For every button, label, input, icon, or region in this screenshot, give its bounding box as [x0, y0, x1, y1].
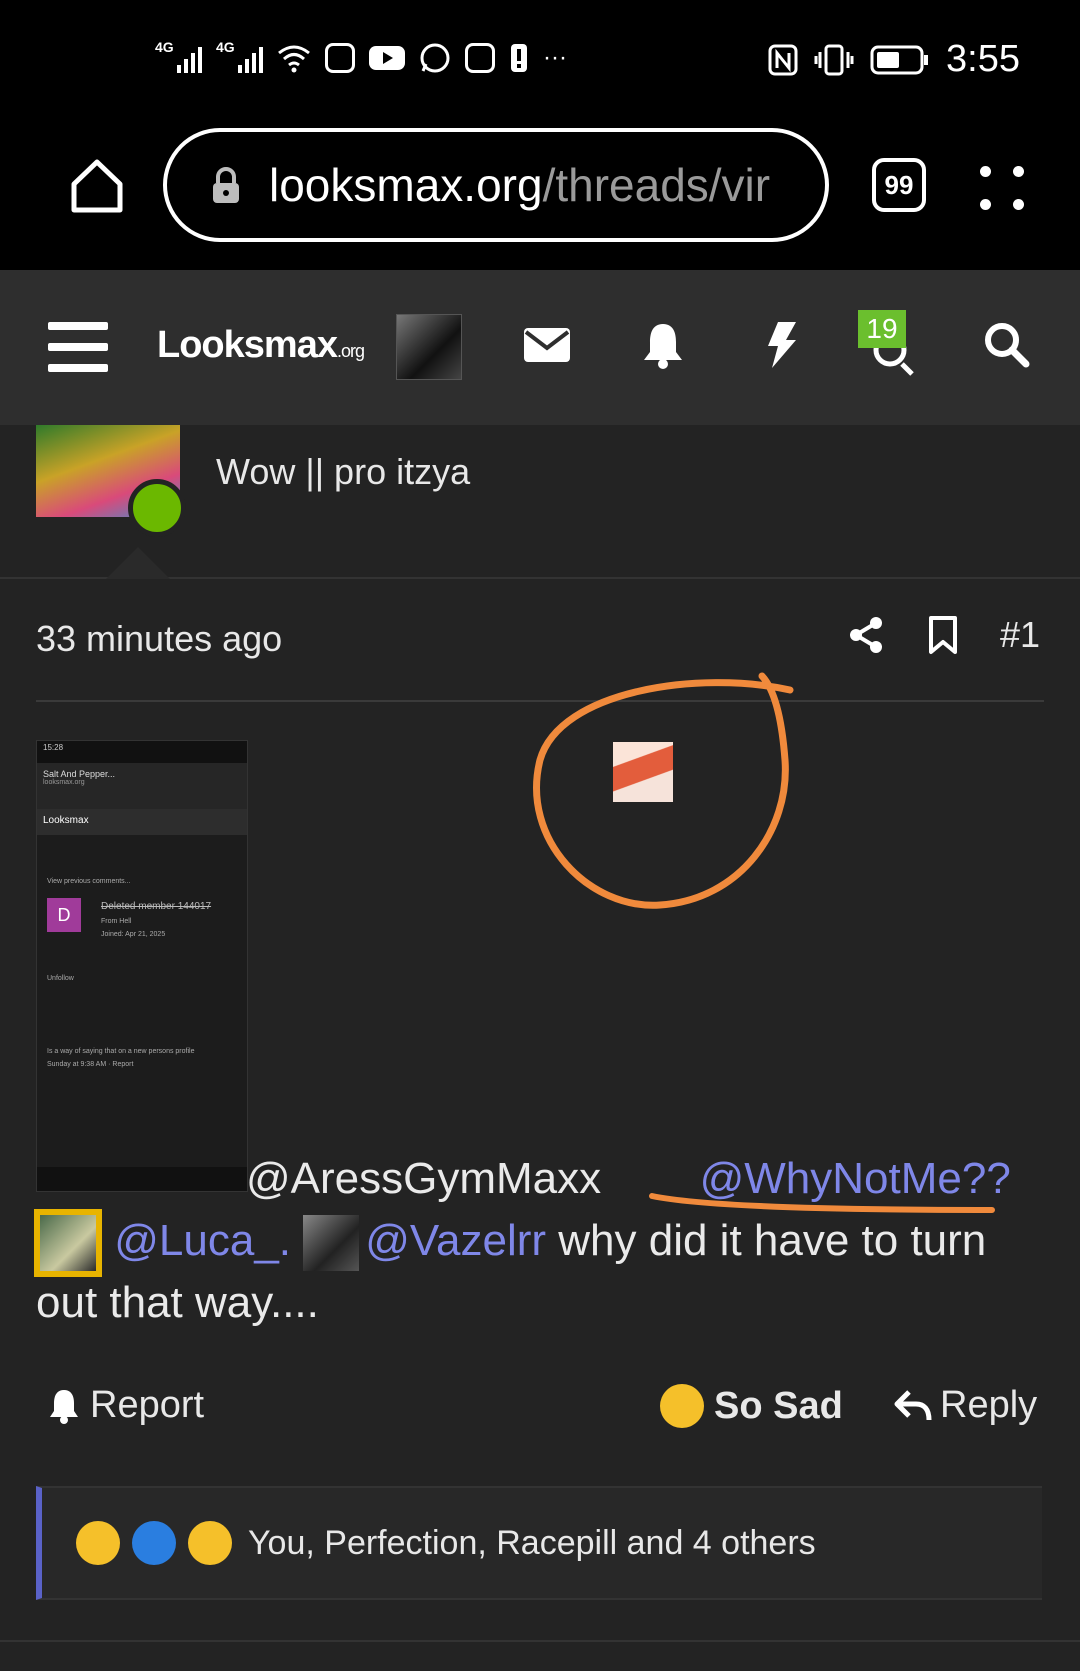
- luca-avatar: [40, 1215, 96, 1272]
- sad-face-icon: [660, 1384, 704, 1428]
- mention-aressgymmaxx[interactable]: @AressGymMaxx: [246, 1154, 601, 1203]
- react-button[interactable]: So Sad: [660, 1384, 843, 1428]
- bell-icon: [50, 1389, 78, 1424]
- mention-vazelrr[interactable]: @Vazelrr: [365, 1216, 546, 1265]
- mention-whynotme[interactable]: @WhyNotMe??: [700, 1154, 1011, 1203]
- reaction-label: So Sad: [714, 1384, 843, 1427]
- vazelrr-avatar: [303, 1215, 360, 1272]
- divider: [0, 1640, 1080, 1642]
- reactions-summary[interactable]: You, Perfection, Racepill and 4 others: [248, 1524, 816, 1563]
- reactions-bar[interactable]: You, Perfection, Racepill and 4 others: [36, 1486, 1042, 1600]
- sad-face-icon: [76, 1521, 120, 1565]
- report-button[interactable]: Report: [46, 1384, 204, 1427]
- thumbs-up-icon: [132, 1521, 176, 1565]
- reply-button[interactable]: Reply: [894, 1384, 1037, 1427]
- post-footer: Report So Sad Reply: [36, 1380, 1044, 1440]
- post-body: @AressGymMaxx @WhyNotMe?? @Luca_. @Vazel…: [36, 1148, 1046, 1334]
- mention-luca[interactable]: @Luca_.: [114, 1216, 291, 1265]
- laughing-crying-icon: [188, 1521, 232, 1565]
- post-body-line-2: @Luca_. @Vazelrr why did it have to turn…: [36, 1210, 1046, 1334]
- post-body-line-1: @AressGymMaxx @WhyNotMe??: [36, 1148, 1046, 1210]
- reply-arrow-icon: [894, 1389, 932, 1420]
- report-label: Report: [90, 1384, 205, 1426]
- reply-label: Reply: [940, 1384, 1038, 1426]
